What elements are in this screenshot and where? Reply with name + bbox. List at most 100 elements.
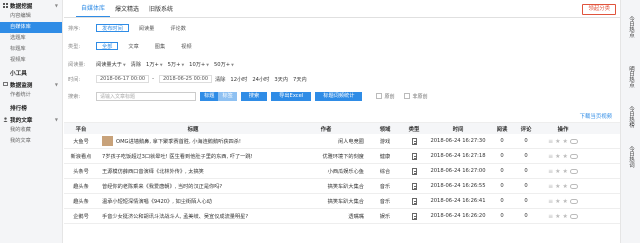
star-icon[interactable]: ★ (555, 138, 560, 145)
star-icon[interactable]: ★ (555, 153, 560, 160)
table-row[interactable]: 趣头条 曾经你的老陈乘来《我爱唐朝》, 当时的汉正是你吗? 搞笑车趴大集合 音乐 201… (64, 179, 620, 194)
cloud-download-icon[interactable] (569, 168, 578, 174)
sort-option-publish-time[interactable]: 发布时间 (96, 24, 129, 32)
cell-title[interactable]: 手音少女挺济公和胡讯斗法战斗人, 孟美岐、吴宣仪成流量明星? (98, 211, 288, 221)
cell-author[interactable]: 搞笑车趴大集合 (288, 183, 368, 190)
original-checkbox[interactable]: 原创 (376, 93, 394, 100)
sidebar-item-my-favorites[interactable]: 我的收藏 (0, 125, 62, 136)
sort-option-comments[interactable]: 评论数 (164, 24, 192, 32)
table-row[interactable]: 企鹅号 手音少女挺济公和胡讯斗法战斗人, 孟美岐、吴宣仪成流量明星? 透嘴嘴 娱乐 20… (64, 209, 620, 224)
list-icon[interactable]: ≡ (548, 138, 553, 145)
star-icon[interactable]: ★ (555, 183, 560, 190)
sidebar-item-media-library[interactable]: 自媒体库 (0, 22, 62, 33)
right-tab-today-hot[interactable]: 今日热点 (621, 12, 640, 42)
list-icon[interactable]: ≡ (548, 198, 553, 205)
read-option-50k[interactable]: 5万+▼ (168, 61, 185, 68)
sort-option-reads[interactable]: 阅读量 (133, 24, 161, 32)
cell-author[interactable]: 搞笑车趴大集合 (288, 198, 368, 205)
time-option-24h[interactable]: 24小时 (252, 76, 269, 83)
cell-title-text[interactable]: 7岁孩子吃饭超过3口就晕吐! 医生看到他肚子里的东西, 吓了一跳! (102, 153, 253, 160)
cell-author[interactable]: 闲人电竞圈 (288, 138, 368, 145)
sidebar-section-data-mining[interactable]: 数据挖掘 ▼ (0, 0, 62, 11)
search-by-title-button[interactable]: 标题 (200, 91, 219, 101)
cell-title[interactable]: 温承小短短深情演唱《9420》, 如尘街陌人心动 (98, 196, 288, 206)
cell-title-text[interactable]: 王源模仿薛西口音演绎《北林外传》, 太搞笑 (102, 168, 204, 175)
cloud-download-icon[interactable] (569, 198, 578, 204)
cell-title-text[interactable]: 手音少女挺济公和胡讯斗法战斗人, 孟美岐、吴宣仪成流量明星? (102, 213, 248, 220)
star-icon[interactable]: ★ (563, 198, 568, 205)
tab-legacy-system[interactable]: 旧版系统 (144, 4, 178, 17)
star-icon[interactable]: ★ (563, 138, 568, 145)
search-input[interactable]: 请输入文章标题 (96, 91, 196, 101)
sidebar-item-my-articles[interactable]: 我的文章 (0, 136, 62, 147)
sidebar-item-topics[interactable]: 选题库 (0, 33, 62, 44)
right-tab-today-words[interactable]: 今日热词 (621, 142, 640, 172)
cell-author[interactable]: 优雅环境下的刻度 (288, 153, 368, 160)
sidebar-section-monitoring[interactable]: 数据监测 ▼ (0, 79, 62, 90)
sidebar-section-rankings[interactable]: 排行榜 (0, 102, 62, 113)
read-option-100k[interactable]: 10万+▼ (189, 61, 209, 68)
table-row[interactable]: 趣头条 温承小短短深情演唱《9420》, 如尘街陌人心动 搞笑车趴大集合 音乐 2018… (64, 194, 620, 209)
cloud-download-icon[interactable] (569, 213, 578, 219)
table-row[interactable]: 新浪看点 7岁孩子吃饭超过3口就晕吐! 医生看到他肚子里的东西, 吓了一跳! 优雅环… (64, 149, 620, 164)
read-dropdown[interactable]: 阅读量大于▼ (96, 61, 126, 68)
download-videos-link[interactable]: 下载当页视频 (580, 112, 612, 120)
star-icon[interactable]: ★ (563, 213, 568, 220)
read-option-500k[interactable]: 50万+▼ (214, 61, 234, 68)
search-by-tag-button[interactable]: 标签 (218, 91, 237, 101)
star-icon[interactable]: ★ (555, 213, 560, 220)
star-icon[interactable]: ★ (555, 168, 560, 175)
category-button[interactable]: 领起分类 (582, 4, 616, 15)
not-original-checkbox[interactable]: 非原创 (404, 93, 427, 100)
star-icon[interactable]: ★ (563, 168, 568, 175)
cell-title-text[interactable]: OMG进墙鹅鼻, 拿下聚季赛首胜, 小海连鹅鹅听获四杀! (116, 138, 241, 145)
title-frequency-button[interactable]: 标题词频统计 (315, 91, 363, 101)
cloud-download-icon[interactable] (569, 183, 578, 189)
cell-title[interactable]: 曾经你的老陈乘来《我爱唐朝》, 当时的汉正是你吗? (98, 181, 288, 191)
cloud-download-icon[interactable] (569, 153, 578, 159)
list-icon[interactable]: ≡ (548, 213, 553, 220)
cell-title-text[interactable]: 曾经你的老陈乘来《我爱唐朝》, 当时的汉正是你吗? (102, 183, 222, 190)
cell-field: 综合 (379, 168, 391, 175)
table-row[interactable]: 大鱼号 OMG进墙鹅鼻, 拿下聚季赛首胜, 小海连鹅鹅听获四杀! 闲人电竞圈 游戏 20… (64, 134, 620, 149)
read-option-10k[interactable]: 1万+▼ (146, 61, 163, 68)
cell-author[interactable]: 小西瓜娱乐心鱼 (288, 168, 368, 175)
cell-reads: 0 (500, 138, 504, 144)
right-tab-tomorrow-hot[interactable]: 明日热点 (621, 62, 640, 92)
cell-title[interactable]: 王源模仿薛西口音演绎《北林外传》, 太搞笑 (98, 166, 288, 176)
cell-title-text[interactable]: 温承小短短深情演唱《9420》, 如尘街陌人心动 (102, 198, 212, 205)
export-excel-button[interactable]: 导出Excel (271, 91, 312, 101)
table-row[interactable]: 头条号 王源模仿薛西口音演绎《北林外传》, 太搞笑 小西瓜娱乐心鱼 综合 2018-06… (64, 164, 620, 179)
cell-author[interactable]: 透嘴嘴 (288, 213, 368, 220)
tab-media-library[interactable]: 自媒体库 (76, 3, 111, 17)
type-option-gallery[interactable]: 图集 (149, 42, 171, 50)
time-option-7d[interactable]: 7天内 (293, 76, 307, 83)
star-icon[interactable]: ★ (563, 153, 568, 160)
star-icon[interactable]: ★ (555, 198, 560, 205)
search-button[interactable]: 搜索 (240, 91, 268, 101)
sidebar-item-author-stats[interactable]: 作者统计 (0, 90, 62, 101)
star-icon[interactable]: ★ (563, 183, 568, 190)
date-from-input[interactable]: 2018-06-17 00:00 (96, 75, 150, 83)
cell-title[interactable]: 7岁孩子吃饭超过3口就晕吐! 医生看到他肚子里的东西, 吓了一跳! (98, 151, 288, 161)
tab-hot-articles[interactable]: 爆文精选 (110, 4, 144, 17)
list-icon[interactable]: ≡ (548, 183, 553, 190)
list-icon[interactable]: ≡ (548, 168, 553, 175)
type-option-all[interactable]: 全部 (96, 42, 119, 50)
sidebar-section-tools[interactable]: 小工具 (0, 67, 62, 78)
sidebar-item-titles[interactable]: 标题库 (0, 44, 62, 55)
sidebar-item-videos[interactable]: 视频库 (0, 55, 62, 66)
type-option-article[interactable]: 文章 (122, 42, 144, 50)
right-tab-today-ranking[interactable]: 今日热榜 (621, 102, 640, 132)
cloud-download-icon[interactable] (569, 138, 578, 144)
type-option-video[interactable]: 视频 (175, 42, 197, 50)
sidebar-item-content-edit[interactable]: 内容编辑 (0, 11, 62, 22)
sidebar-section-my-articles[interactable]: 我的文章 ▼ (0, 114, 62, 125)
date-to-input[interactable]: 2018-06-25 00:00 (158, 75, 212, 83)
list-icon[interactable]: ≡ (548, 153, 553, 160)
read-clear[interactable]: 清除 (131, 61, 141, 68)
cell-title[interactable]: OMG进墙鹅鼻, 拿下聚季赛首胜, 小海连鹅鹅听获四杀! (98, 136, 288, 146)
time-clear[interactable]: 清除 (215, 76, 225, 83)
time-option-3d[interactable]: 3天内 (274, 76, 288, 83)
time-option-12h[interactable]: 12小时 (230, 76, 247, 83)
